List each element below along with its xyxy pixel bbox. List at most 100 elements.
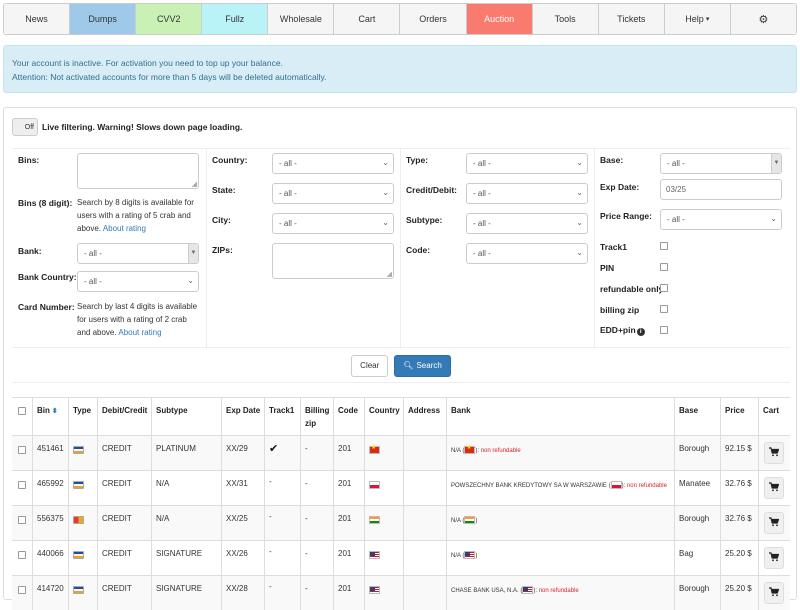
nav-tab-dumps[interactable]: Dumps (70, 4, 137, 34)
live-filtering-toggle[interactable]: Off (12, 118, 38, 136)
live-filtering-label: Live filtering. Warning! Slows down page… (42, 122, 243, 132)
header-subtype: Subtype (156, 398, 218, 435)
billing-zip-checkbox[interactable] (660, 305, 668, 313)
about-rating-link-2[interactable]: About rating (118, 328, 161, 337)
row-select-checkbox[interactable] (18, 516, 26, 524)
nav-tab-orders[interactable]: Orders (400, 4, 467, 34)
credit-debit-select[interactable]: - all - ⌄ (466, 183, 588, 204)
chevron-down-icon: ⌄ (576, 188, 583, 197)
header-price: Price (725, 398, 755, 435)
nav-tab-cvv2[interactable]: CVV2 (136, 4, 203, 34)
exp-date-input[interactable]: 03/25 (660, 179, 782, 200)
type-select[interactable]: - all - ⌄ (466, 153, 588, 174)
flag-cn-icon (464, 444, 476, 454)
refund-status: non refundable (626, 483, 667, 489)
cell-base: Bag (679, 549, 694, 558)
row-select-checkbox[interactable] (18, 481, 26, 489)
add-to-cart-button[interactable] (764, 477, 784, 499)
nav-tab-cart[interactable]: Cart (334, 4, 401, 34)
nav-tab-help[interactable]: Help ▾ (664, 4, 731, 34)
refundable-only-checkbox[interactable] (660, 284, 668, 292)
card-number-help: Search by last 4 digits is available for… (77, 300, 202, 339)
row-select-checkbox[interactable] (18, 586, 26, 594)
country-select[interactable]: - all - ⌄ (272, 153, 394, 174)
clear-button[interactable]: Clear (351, 354, 389, 377)
code-select[interactable]: - all - ⌄ (466, 243, 588, 264)
cell-bank: POWSZECHNY BANK KREDYTOWY SA W WARSZAWIE… (451, 471, 671, 505)
nav-tab-label: Tickets (617, 14, 646, 24)
row-select-checkbox[interactable] (18, 446, 26, 454)
header-billing-zip: Billing zip (305, 398, 330, 435)
nav-tab-tickets[interactable]: Tickets (598, 4, 665, 34)
code-label: Code: (406, 245, 431, 255)
nav-tab-label: Tools (554, 14, 576, 24)
chevron-down-icon: ⌄ (382, 158, 389, 167)
cell-track1: - (269, 582, 272, 591)
cell-type (73, 541, 94, 575)
cell-subtype: PLATINUM (156, 444, 196, 453)
nav-tab-tools[interactable]: Tools (532, 4, 599, 34)
cell-subtype: SIGNATURE (156, 549, 203, 558)
bank-country-select[interactable]: - all - ⌄ (77, 271, 199, 292)
add-to-cart-button[interactable] (764, 512, 784, 534)
add-to-cart-button[interactable] (764, 582, 784, 604)
nav-tab-news[interactable]: News (4, 4, 71, 34)
cell-bin: 414720 (37, 584, 64, 593)
cell-exp-date: XX/26 (226, 549, 248, 558)
price-range-select[interactable]: - all - ⌄ (660, 209, 782, 230)
header-cart-label: Cart (763, 406, 780, 415)
nav-tab-wholesale[interactable]: Wholesale (268, 4, 335, 34)
nav-tab-fullz[interactable]: Fullz (202, 4, 269, 34)
flag-us-icon (369, 550, 380, 559)
nav-tab-label: Orders (419, 14, 447, 24)
cell-track1: - (269, 477, 272, 486)
cart-icon (769, 517, 780, 529)
credit-debit-label: Credit/Debit: (406, 185, 457, 195)
filter-actions: Clear 🔍︎ Search (12, 349, 790, 383)
bank-suffix: ) (475, 518, 478, 524)
header-track1: Track1 (269, 398, 297, 435)
row-select-checkbox[interactable] (18, 551, 26, 559)
header-bin[interactable]: Bin ⬍ (37, 398, 65, 435)
nav-tab-auction[interactable]: Auction (466, 4, 533, 34)
header-type: Type (73, 398, 94, 435)
cart-icon (769, 552, 780, 564)
base-select[interactable]: - all - ▼ (660, 153, 782, 174)
bank-select[interactable]: - all - ▼ (77, 243, 199, 264)
track1-checkbox[interactable] (660, 242, 668, 250)
search-button[interactable]: 🔍︎ Search (394, 354, 451, 377)
flag-in-icon (369, 515, 380, 524)
zips-textarea[interactable]: ◢ (272, 243, 394, 279)
state-select[interactable]: - all - ⌄ (272, 183, 394, 204)
nav-tab-settings[interactable]: ⚙ (730, 4, 796, 34)
about-rating-link[interactable]: About rating (103, 224, 146, 233)
edd-pin-checkbox[interactable] (660, 326, 668, 334)
zips-label: ZIPs: (212, 245, 233, 255)
cell-track1: ✔ (269, 443, 279, 455)
add-to-cart-button[interactable] (764, 442, 784, 464)
info-icon[interactable]: i (636, 328, 645, 336)
cell-debit-credit: CREDIT (102, 584, 132, 593)
top-up-balance-link[interactable]: to top up your balance. (196, 58, 282, 68)
cell-exp-date: XX/29 (226, 444, 248, 453)
sort-icon: ⬍ (49, 408, 58, 415)
header-bin-label: Bin (37, 406, 50, 415)
card-number-label: Card Number: (18, 302, 75, 312)
pin-checkbox[interactable] (660, 263, 668, 271)
cell-billing-zip: - (305, 479, 308, 488)
cell-country (369, 436, 400, 470)
nav-tab-label: News (25, 14, 48, 24)
cell-country (369, 506, 400, 540)
select-all-checkbox[interactable] (18, 407, 26, 415)
refund-status: non refundable (538, 588, 579, 594)
mastercard-icon (73, 516, 84, 524)
subtype-select[interactable]: - all - ⌄ (466, 213, 588, 234)
chevron-down-icon: ⌄ (382, 218, 389, 227)
header-base: Base (679, 398, 717, 435)
cell-billing-zip: - (305, 444, 308, 453)
credit-debit-select-value: - all - (473, 189, 491, 198)
add-to-cart-button[interactable] (764, 547, 784, 569)
bins-textarea[interactable]: ◢ (77, 153, 199, 189)
header-track1-label: Track1 (269, 406, 295, 415)
city-select[interactable]: - all - ⌄ (272, 213, 394, 234)
